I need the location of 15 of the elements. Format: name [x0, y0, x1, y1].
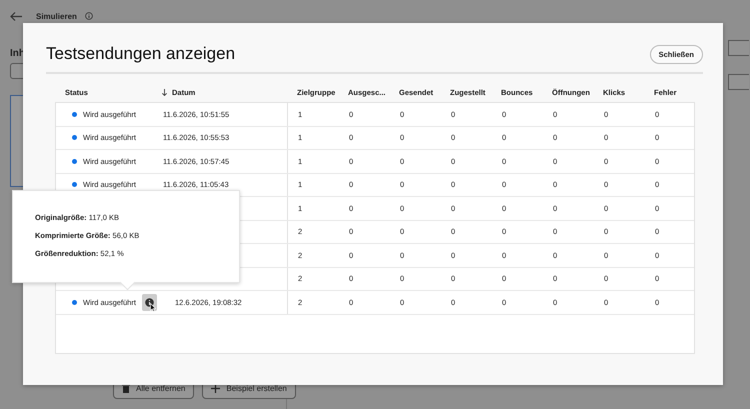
- page-title: Simulieren: [36, 12, 77, 20]
- plus-icon: [211, 384, 220, 392]
- info-button[interactable]: [142, 294, 157, 311]
- status-dot: [72, 158, 77, 164]
- sort-arrow-icon: [162, 88, 167, 96]
- side-field[interactable]: [728, 74, 749, 90]
- status-dot: [72, 182, 77, 188]
- cursor-icon: [150, 302, 156, 312]
- info-icon[interactable]: [84, 12, 93, 20]
- back-arrow-icon[interactable]: [10, 12, 22, 20]
- status-dot: [72, 135, 77, 140]
- side-field[interactable]: [728, 40, 749, 56]
- status-dot: [72, 300, 77, 305]
- dialog-title: Testsendungen anzeigen: [46, 44, 236, 64]
- status-dot: [72, 112, 77, 117]
